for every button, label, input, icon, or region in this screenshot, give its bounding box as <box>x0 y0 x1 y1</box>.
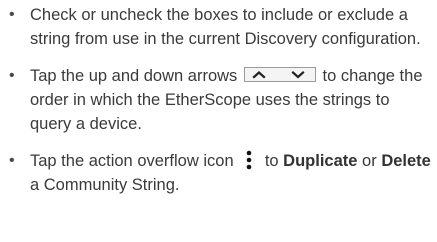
list-item: • Tap the up and down arrows to change t… <box>0 64 437 136</box>
instruction-list: • Check or uncheck the boxes to include … <box>0 0 437 197</box>
item-text-to: to <box>264 152 279 170</box>
bullet-icon: • <box>9 67 15 84</box>
delete-label: Delete <box>381 152 431 170</box>
item-text: Check or uncheck the boxes to include or… <box>30 6 421 48</box>
document-body: • Check or uncheck the boxes to include … <box>0 0 437 242</box>
item-text-before: Tap the up and down arrows <box>30 67 238 85</box>
item-text-after: a Community String. <box>30 176 180 194</box>
list-item: • Check or uncheck the boxes to include … <box>0 0 437 51</box>
up-down-arrows-icon <box>243 67 316 82</box>
item-text-or: or <box>362 152 377 170</box>
bullet-icon: • <box>9 6 15 23</box>
list-item: • Tap the action overflow icon to Duplic… <box>0 149 437 197</box>
item-text-before: Tap the action overflow icon <box>30 152 234 170</box>
duplicate-label: Duplicate <box>283 152 358 170</box>
bullet-icon: • <box>9 152 15 169</box>
action-overflow-icon <box>240 150 258 170</box>
